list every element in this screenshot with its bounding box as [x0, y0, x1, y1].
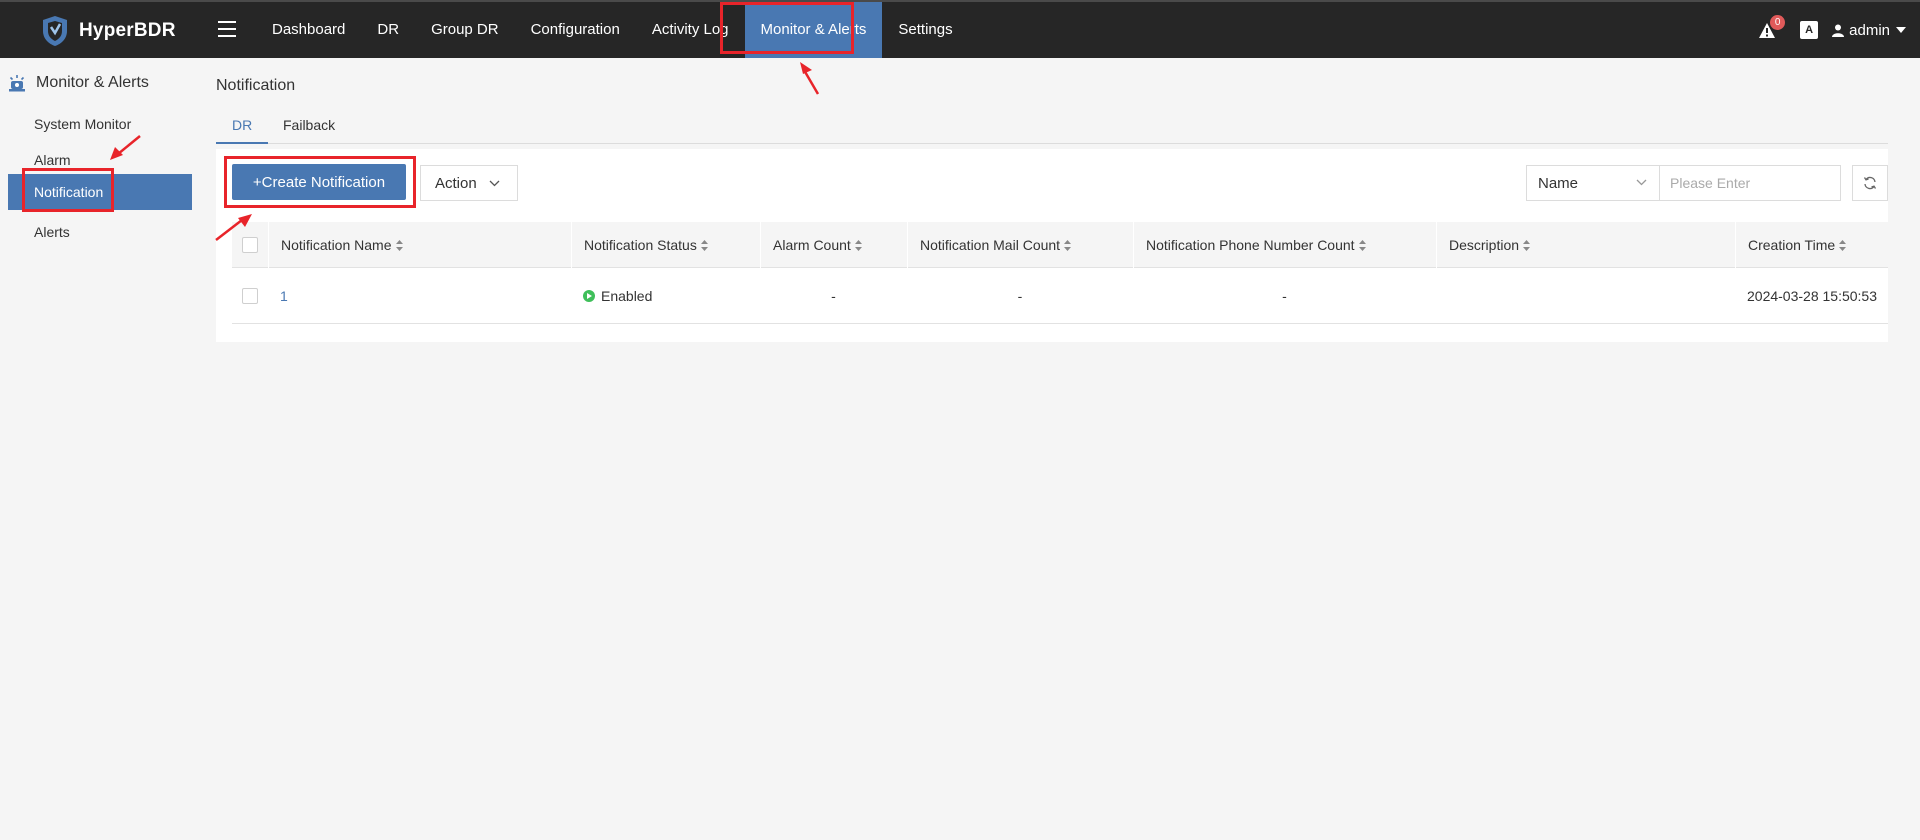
notification-panel: +Create Notification Action Name Notific… — [216, 149, 1888, 342]
table-header: Notification Name Notification Status Al… — [232, 222, 1888, 268]
nav-dr[interactable]: DR — [361, 2, 415, 58]
col-notification-status[interactable]: Notification Status — [571, 222, 760, 268]
mail-count-cell: - — [1017, 288, 1023, 304]
caret-down-icon — [1896, 27, 1906, 33]
col-notification-mail-count[interactable]: Notification Mail Count — [907, 222, 1133, 268]
chevron-down-icon — [489, 180, 500, 186]
tab-bar: DR Failback — [216, 114, 1888, 144]
username: admin — [1849, 21, 1890, 39]
user-menu[interactable]: admin — [1832, 22, 1906, 39]
sort-icon — [1358, 239, 1366, 251]
sort-icon — [1064, 239, 1072, 251]
col-notification-phone-number-count[interactable]: Notification Phone Number Count — [1133, 222, 1436, 268]
sidebar-title: Monitor & Alerts — [8, 74, 149, 92]
sidebar-item-alerts[interactable]: Alerts — [8, 214, 192, 250]
nav-monitor-alerts[interactable]: Monitor & Alerts — [744, 2, 883, 58]
top-nav-bar: HyperBDR Dashboard DR Group DR Configura… — [0, 0, 1920, 58]
notification-name-link[interactable]: 1 — [280, 268, 288, 324]
nav-group-dr[interactable]: Group DR — [415, 2, 515, 58]
action-dropdown[interactable]: Action — [420, 165, 518, 201]
select-all-checkbox[interactable] — [242, 237, 258, 253]
nav-activity-log[interactable]: Activity Log — [636, 2, 745, 58]
nav-configuration[interactable]: Configuration — [515, 2, 636, 58]
refresh-icon — [1863, 176, 1877, 190]
sort-icon — [700, 239, 708, 251]
notification-status: Enabled — [583, 268, 652, 324]
alarm-light-icon — [9, 75, 25, 92]
app-logo[interactable]: HyperBDR — [38, 14, 176, 48]
top-right-tools: 0 A admin — [1758, 2, 1906, 58]
col-alarm-count[interactable]: Alarm Count — [760, 222, 907, 268]
search-input[interactable] — [1659, 165, 1841, 201]
sort-icon — [854, 239, 862, 251]
shield-logo-icon — [43, 16, 67, 46]
sidebar-item-alarm[interactable]: Alarm — [8, 142, 192, 178]
creation-time-cell: 2024-03-28 15:50:53 — [1747, 288, 1877, 304]
sort-icon — [1839, 239, 1847, 251]
main-nav: Dashboard DR Group DR Configuration Acti… — [256, 2, 969, 58]
alarm-count-badge: 0 — [1770, 15, 1786, 30]
user-icon — [1832, 24, 1845, 37]
sort-icon — [1523, 239, 1531, 251]
phone-count-cell: - — [1282, 288, 1287, 304]
nav-settings[interactable]: Settings — [882, 2, 968, 58]
language-icon[interactable]: A — [1800, 21, 1819, 39]
menu-toggle-icon[interactable] — [218, 21, 236, 37]
sidebar-item-notification[interactable]: Notification — [8, 174, 192, 210]
sort-icon — [395, 239, 403, 251]
col-description[interactable]: Description — [1436, 222, 1735, 268]
refresh-button[interactable] — [1852, 165, 1888, 201]
tab-dr[interactable]: DR — [216, 114, 269, 144]
annotation-arrow-icon — [800, 62, 820, 95]
row-checkbox[interactable] — [242, 288, 258, 304]
app-name: HyperBDR — [79, 20, 176, 41]
alarm-indicator[interactable]: 0 — [1758, 15, 1786, 41]
nav-dashboard[interactable]: Dashboard — [256, 2, 361, 58]
sidebar: Monitor & Alerts System Monitor Alarm No… — [0, 58, 200, 840]
filter-field-select[interactable]: Name — [1526, 165, 1660, 201]
page-title: Notification — [216, 77, 296, 94]
sidebar-item-system-monitor[interactable]: System Monitor — [8, 106, 192, 142]
alarm-count-cell: - — [831, 288, 836, 304]
chevron-down-icon — [1636, 179, 1647, 186]
play-circle-icon — [583, 290, 595, 303]
col-notification-name[interactable]: Notification Name — [268, 222, 571, 268]
tab-failback[interactable]: Failback — [283, 114, 335, 144]
notification-table: Notification Name Notification Status Al… — [232, 222, 1888, 324]
col-creation-time[interactable]: Creation Time — [1735, 222, 1888, 268]
create-notification-button[interactable]: +Create Notification — [232, 164, 406, 200]
table-row: 1 Enabled - - - 2024-03-28 15:50:53 — [232, 268, 1888, 324]
